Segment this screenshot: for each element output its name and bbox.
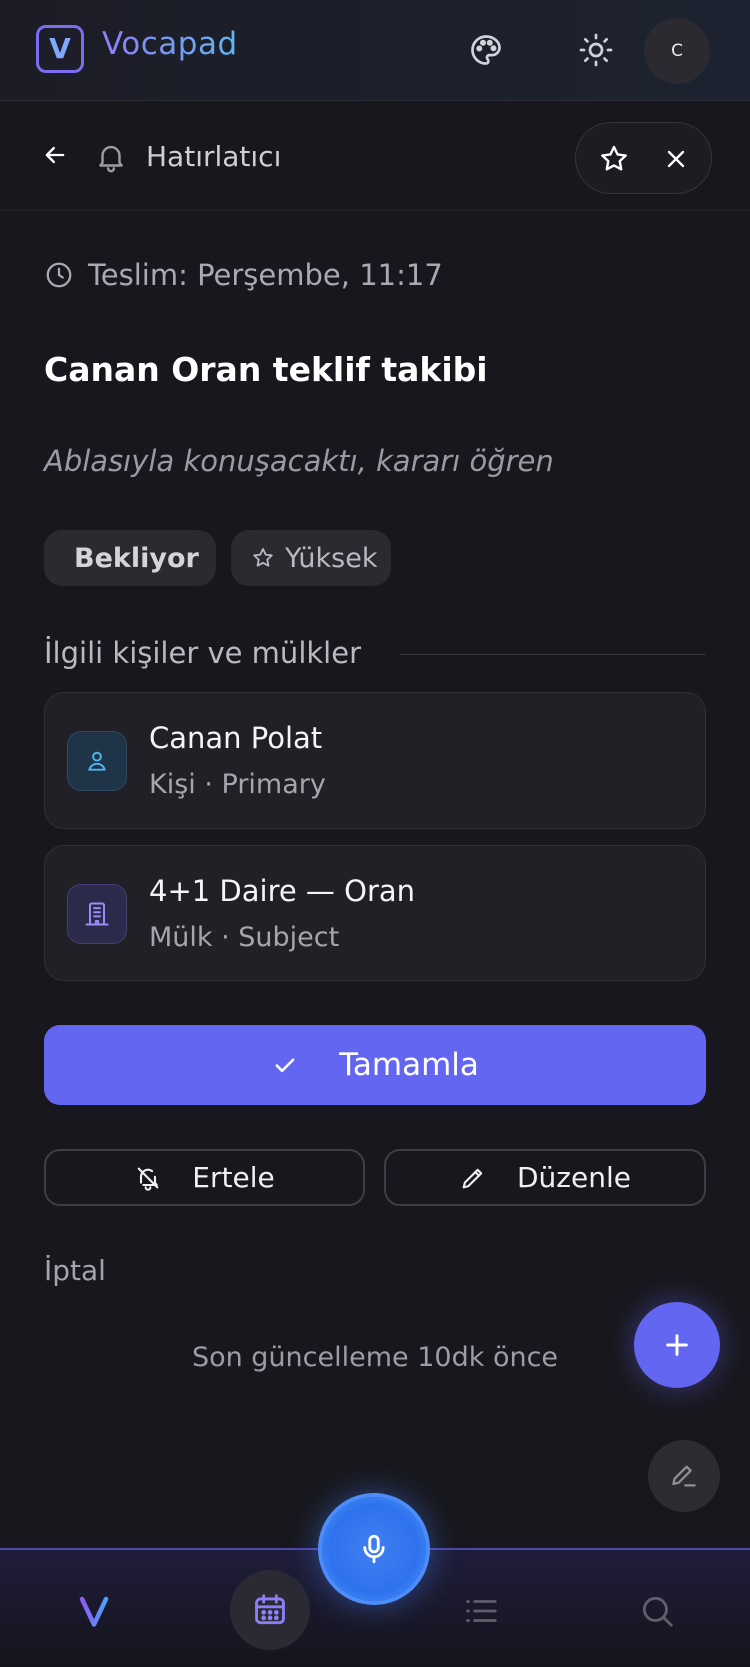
related-item-title: Canan Polat xyxy=(149,721,323,755)
due-date-row: Teslim: Perşembe, 11:17 xyxy=(44,258,443,292)
nav-list-icon[interactable] xyxy=(458,1588,504,1634)
quick-note-button[interactable] xyxy=(648,1440,720,1512)
plus-icon xyxy=(661,1329,693,1361)
app-logo[interactable]: V xyxy=(36,25,84,73)
due-date-text: Teslim: Perşembe, 11:17 xyxy=(88,258,443,292)
check-icon xyxy=(271,1051,299,1079)
microphone-icon xyxy=(357,1532,391,1566)
person-icon xyxy=(67,731,127,791)
status-badge[interactable]: Bekliyor xyxy=(44,530,216,586)
priority-badge[interactable]: Yüksek xyxy=(231,530,391,586)
priority-label: Yüksek xyxy=(285,542,378,574)
building-icon xyxy=(67,884,127,944)
related-item-subtitle: Kişi · Primary xyxy=(149,769,326,800)
status-label: Bekliyor xyxy=(74,542,199,574)
complete-label: Tamamla xyxy=(339,1047,479,1083)
star-icon[interactable] xyxy=(598,143,630,175)
bell-icon xyxy=(94,140,128,174)
related-item-title: 4+1 Daire — Oran xyxy=(149,874,416,908)
avatar[interactable]: C xyxy=(644,18,710,84)
pencil-icon xyxy=(459,1164,487,1192)
related-item-person[interactable]: Canan Polat Kişi · Primary xyxy=(44,692,706,829)
calendar-icon xyxy=(251,1591,289,1629)
add-button[interactable] xyxy=(634,1302,720,1388)
edit-button[interactable]: Düzenle xyxy=(384,1149,706,1206)
section-divider xyxy=(400,654,706,655)
reminder-title: Canan Oran teklif takibi xyxy=(44,350,488,389)
related-item-subtitle: Mülk · Subject xyxy=(149,922,340,953)
header-action-group xyxy=(575,122,712,194)
back-arrow-icon[interactable] xyxy=(38,138,72,172)
complete-button[interactable]: Tamamla xyxy=(44,1025,706,1105)
star-outline-icon xyxy=(251,546,275,570)
bell-off-icon xyxy=(134,1164,162,1192)
voice-record-button[interactable] xyxy=(322,1497,426,1601)
detail-header: Hatırlatıcı xyxy=(0,110,750,211)
edit-label: Düzenle xyxy=(517,1161,631,1194)
close-icon[interactable] xyxy=(662,145,690,173)
cancel-link[interactable]: İptal xyxy=(44,1254,106,1287)
pen-line-icon xyxy=(668,1460,700,1492)
nav-home-logo-icon[interactable] xyxy=(71,1588,117,1634)
related-section-heading: İlgili kişiler ve mülkler xyxy=(44,636,361,670)
sun-icon[interactable] xyxy=(576,30,616,70)
app-header: V Vocapad C xyxy=(0,0,750,101)
nav-calendar[interactable] xyxy=(230,1570,310,1650)
brand-name: Vocapad xyxy=(102,26,238,62)
palette-icon[interactable] xyxy=(466,30,506,70)
avatar-initial: C xyxy=(671,41,683,61)
related-item-property[interactable]: 4+1 Daire — Oran Mülk · Subject xyxy=(44,845,706,981)
logo-letter: V xyxy=(49,32,71,65)
clock-icon xyxy=(44,260,74,290)
nav-search-icon[interactable] xyxy=(634,1588,680,1634)
postpone-label: Ertele xyxy=(192,1161,275,1194)
reminder-note: Ablasıyla konuşacaktı, kararı öğren xyxy=(44,444,554,478)
page-title: Hatırlatıcı xyxy=(146,140,282,173)
postpone-button[interactable]: Ertele xyxy=(44,1149,365,1206)
